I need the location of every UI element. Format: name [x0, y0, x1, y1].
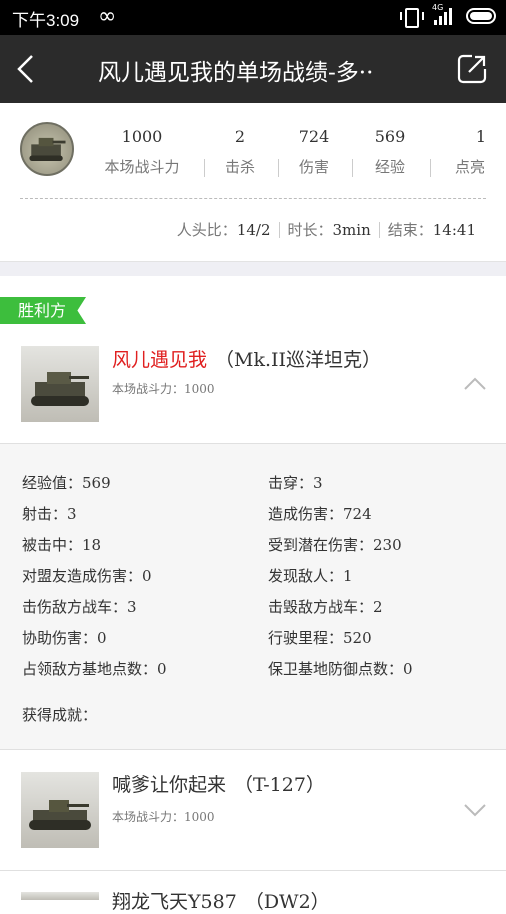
- stat-spotted: 1 点亮: [454, 127, 486, 176]
- section-gap: [0, 261, 506, 276]
- detail-item: 对盟友造成伤害：0: [22, 567, 152, 585]
- divider: [20, 198, 486, 199]
- signal-icon: 4G: [432, 3, 452, 25]
- player-name-row[interactable]: 风儿遇见我 （Mk.II巡洋坦克）: [112, 345, 381, 372]
- back-icon[interactable]: [12, 53, 42, 85]
- victory-badge: 胜利方: [0, 297, 87, 324]
- share-icon[interactable]: [456, 53, 488, 85]
- player-tank: （T-127）: [234, 774, 325, 796]
- detail-item: 受到潜在伤害：230: [268, 536, 402, 554]
- player-tank: （Mk.II巡洋坦克）: [215, 349, 382, 371]
- detail-item: 行驶里程：520: [268, 629, 372, 647]
- battle-summary: 1000 本场战斗力 2 击杀 724 伤害 569 经验 1 点亮 人头比：14/2 时…: [0, 103, 506, 261]
- stat-damage: 724 伤害: [298, 127, 330, 176]
- player-name: 喊爹让你起来: [112, 774, 227, 796]
- tank-image: [21, 346, 99, 422]
- status-bar: 下午3:09 ∞ 4G: [0, 0, 506, 35]
- player-name: 风儿遇见我: [112, 349, 208, 371]
- tank-avatar-icon: [20, 122, 74, 176]
- tank-image: [21, 892, 99, 900]
- detail-item: 射击：3: [22, 505, 77, 523]
- player-tank: （DW2）: [244, 891, 330, 913]
- stat-power: 1000 本场战斗力: [104, 127, 180, 176]
- detail-item: 占领敌方基地点数：0: [22, 660, 167, 678]
- detail-item: 协助伤害：0: [22, 629, 107, 647]
- tank-image: [21, 772, 99, 848]
- title-bar: 风儿遇见我的单场战绩-多··: [0, 35, 506, 103]
- battle-meta: 人头比：14/2 时长：3min 结束：14:41: [176, 221, 476, 239]
- detail-item: 造成伤害：724: [268, 505, 372, 523]
- detail-item: 击穿：3: [268, 474, 323, 492]
- detail-item: 被击中：18: [22, 536, 102, 554]
- stat-experience: 569 经验: [374, 127, 406, 176]
- player-power: 本场战斗力：1000: [112, 810, 215, 824]
- detail-item: 保卫基地防御点数：0: [268, 660, 413, 678]
- detail-item: 击毁敌方战车：2: [268, 598, 383, 616]
- player-name: 翔龙飞天Y587: [112, 891, 237, 913]
- player-name-row[interactable]: 翔龙飞天Y587 （DW2）: [112, 887, 330, 914]
- achievements-label: 获得成就：: [22, 706, 98, 724]
- chevron-up-icon[interactable]: [463, 377, 487, 391]
- chevron-down-icon[interactable]: [463, 803, 487, 817]
- vibrate-icon: [400, 7, 424, 28]
- battery-icon: [466, 8, 496, 24]
- stat-kills: 2 击杀: [224, 127, 255, 176]
- detail-item: 经验值：569: [22, 474, 111, 492]
- detail-item: 击伤敌方战车：3: [22, 598, 137, 616]
- page-title: 风儿遇见我的单场战绩-多··: [98, 60, 374, 86]
- detail-item: 发现敌人：1: [268, 567, 353, 585]
- divider: [0, 870, 506, 871]
- player-details: 经验值：569 射击：3 被击中：18 对盟友造成伤害：0 击伤敌方战车：3 协…: [0, 443, 506, 750]
- loop-icon: ∞: [98, 4, 117, 29]
- player-power: 本场战斗力：1000: [112, 382, 215, 396]
- player-name-row[interactable]: 喊爹让你起来 （T-127）: [112, 770, 325, 797]
- status-time: 下午3:09: [12, 11, 80, 30]
